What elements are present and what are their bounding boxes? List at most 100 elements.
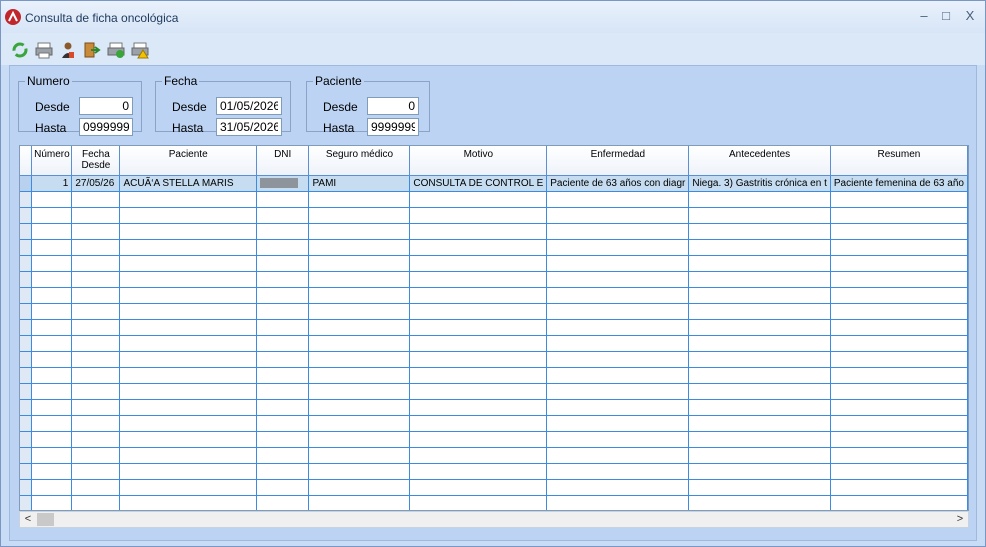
table-row[interactable] (20, 367, 968, 384)
paciente-desde-label: Desde (323, 100, 358, 114)
print-warning-icon[interactable] (131, 41, 149, 59)
grid-cell (31, 463, 73, 480)
content-panel: Numero Desde Hasta Fecha Desde Hasta Pac… (9, 65, 977, 541)
horizontal-scrollbar[interactable]: < > (19, 511, 969, 528)
grid-cell (31, 447, 73, 464)
table-row[interactable] (20, 415, 968, 432)
grid-cell (119, 447, 257, 464)
minimize-button[interactable]: – (913, 7, 935, 25)
row-header[interactable] (20, 351, 33, 368)
grid-cell (31, 287, 73, 304)
table-row[interactable] (20, 207, 968, 224)
row-header[interactable] (20, 191, 33, 208)
cell-paciente: ACUÃ‘A STELLA MARIS (119, 175, 257, 192)
table-row[interactable] (20, 447, 968, 464)
paciente-desde-input[interactable] (367, 97, 419, 115)
column-header-motivo[interactable]: Motivo (409, 146, 548, 176)
table-row[interactable] (20, 431, 968, 448)
table-row[interactable] (20, 351, 968, 368)
paciente-hasta-input[interactable] (367, 118, 419, 136)
grid-cell (688, 495, 831, 510)
row-header[interactable] (20, 175, 33, 192)
table-row[interactable] (20, 239, 968, 256)
row-header[interactable] (20, 431, 33, 448)
row-header[interactable] (20, 271, 33, 288)
row-header[interactable] (20, 223, 33, 240)
row-header[interactable] (20, 399, 33, 416)
row-header[interactable] (20, 239, 33, 256)
grid-cell (119, 335, 257, 352)
grid-cell (256, 431, 310, 448)
results-grid[interactable]: Número Fecha Desde Paciente DNI Seguro m… (19, 145, 969, 511)
table-row[interactable] (20, 383, 968, 400)
table-row[interactable] (20, 495, 968, 510)
table-row[interactable] (20, 303, 968, 320)
grid-cell (546, 399, 690, 416)
grid-cell (546, 191, 690, 208)
grid-cell (308, 351, 411, 368)
grid-cell (830, 463, 968, 480)
user-icon[interactable] (59, 41, 77, 59)
window-title: Consulta de ficha oncológica (25, 11, 179, 25)
table-row[interactable] (20, 335, 968, 352)
row-header[interactable] (20, 367, 33, 384)
table-row[interactable] (20, 223, 968, 240)
refresh-icon[interactable] (11, 41, 29, 59)
table-row[interactable] (20, 399, 968, 416)
row-header[interactable] (20, 255, 33, 272)
scroll-right-button[interactable]: > (952, 512, 968, 527)
print-icon[interactable] (35, 41, 53, 59)
column-header-paciente[interactable]: Paciente (119, 146, 257, 176)
print-green-icon[interactable] (107, 41, 125, 59)
table-row[interactable] (20, 479, 968, 496)
column-header-resumen[interactable]: Resumen (830, 146, 968, 176)
row-header[interactable] (20, 447, 33, 464)
numero-desde-input[interactable] (79, 97, 133, 115)
grid-cell (688, 367, 831, 384)
grid-cell (31, 479, 73, 496)
row-header[interactable] (20, 415, 33, 432)
close-button[interactable]: X (959, 7, 981, 25)
table-row[interactable] (20, 271, 968, 288)
table-row[interactable] (20, 191, 968, 208)
column-header-antecedentes[interactable]: Antecedentes (688, 146, 831, 176)
column-header-fecha[interactable]: Fecha Desde (71, 146, 121, 176)
column-header-seguro[interactable]: Seguro médico (308, 146, 411, 176)
grid-cell (31, 207, 73, 224)
grid-cell (31, 319, 73, 336)
table-row[interactable] (20, 319, 968, 336)
row-header[interactable] (20, 319, 33, 336)
maximize-button[interactable]: □ (935, 7, 957, 25)
grid-cell (119, 287, 257, 304)
row-header[interactable] (20, 479, 33, 496)
grid-cell (71, 335, 121, 352)
row-header[interactable] (20, 383, 33, 400)
table-row[interactable] (20, 255, 968, 272)
column-header-dni[interactable]: DNI (256, 146, 310, 176)
grid-cell (119, 367, 257, 384)
column-header-enfermedad[interactable]: Enfermedad (546, 146, 690, 176)
grid-cell (830, 351, 968, 368)
row-header[interactable] (20, 287, 33, 304)
scroll-thumb[interactable] (37, 513, 54, 526)
row-header[interactable] (20, 207, 33, 224)
scroll-left-button[interactable]: < (20, 512, 36, 527)
grid-cell (31, 415, 73, 432)
table-row[interactable] (20, 287, 968, 304)
row-header[interactable] (20, 335, 33, 352)
grid-cell (688, 351, 831, 368)
fecha-desde-input[interactable] (216, 97, 282, 115)
grid-cell (308, 479, 411, 496)
grid-cell (308, 239, 411, 256)
table-row[interactable]: 1 27/05/26 ACUÃ‘A STELLA MARIS PAMI CONS… (20, 175, 968, 192)
fecha-hasta-input[interactable] (216, 118, 282, 136)
grid-cell (688, 287, 831, 304)
grid-cell (31, 351, 73, 368)
row-header[interactable] (20, 303, 33, 320)
table-row[interactable] (20, 463, 968, 480)
exit-icon[interactable] (83, 41, 101, 59)
numero-hasta-input[interactable] (79, 118, 133, 136)
column-header-numero[interactable]: Número (31, 146, 73, 176)
row-header[interactable] (20, 495, 33, 510)
row-header[interactable] (20, 463, 33, 480)
